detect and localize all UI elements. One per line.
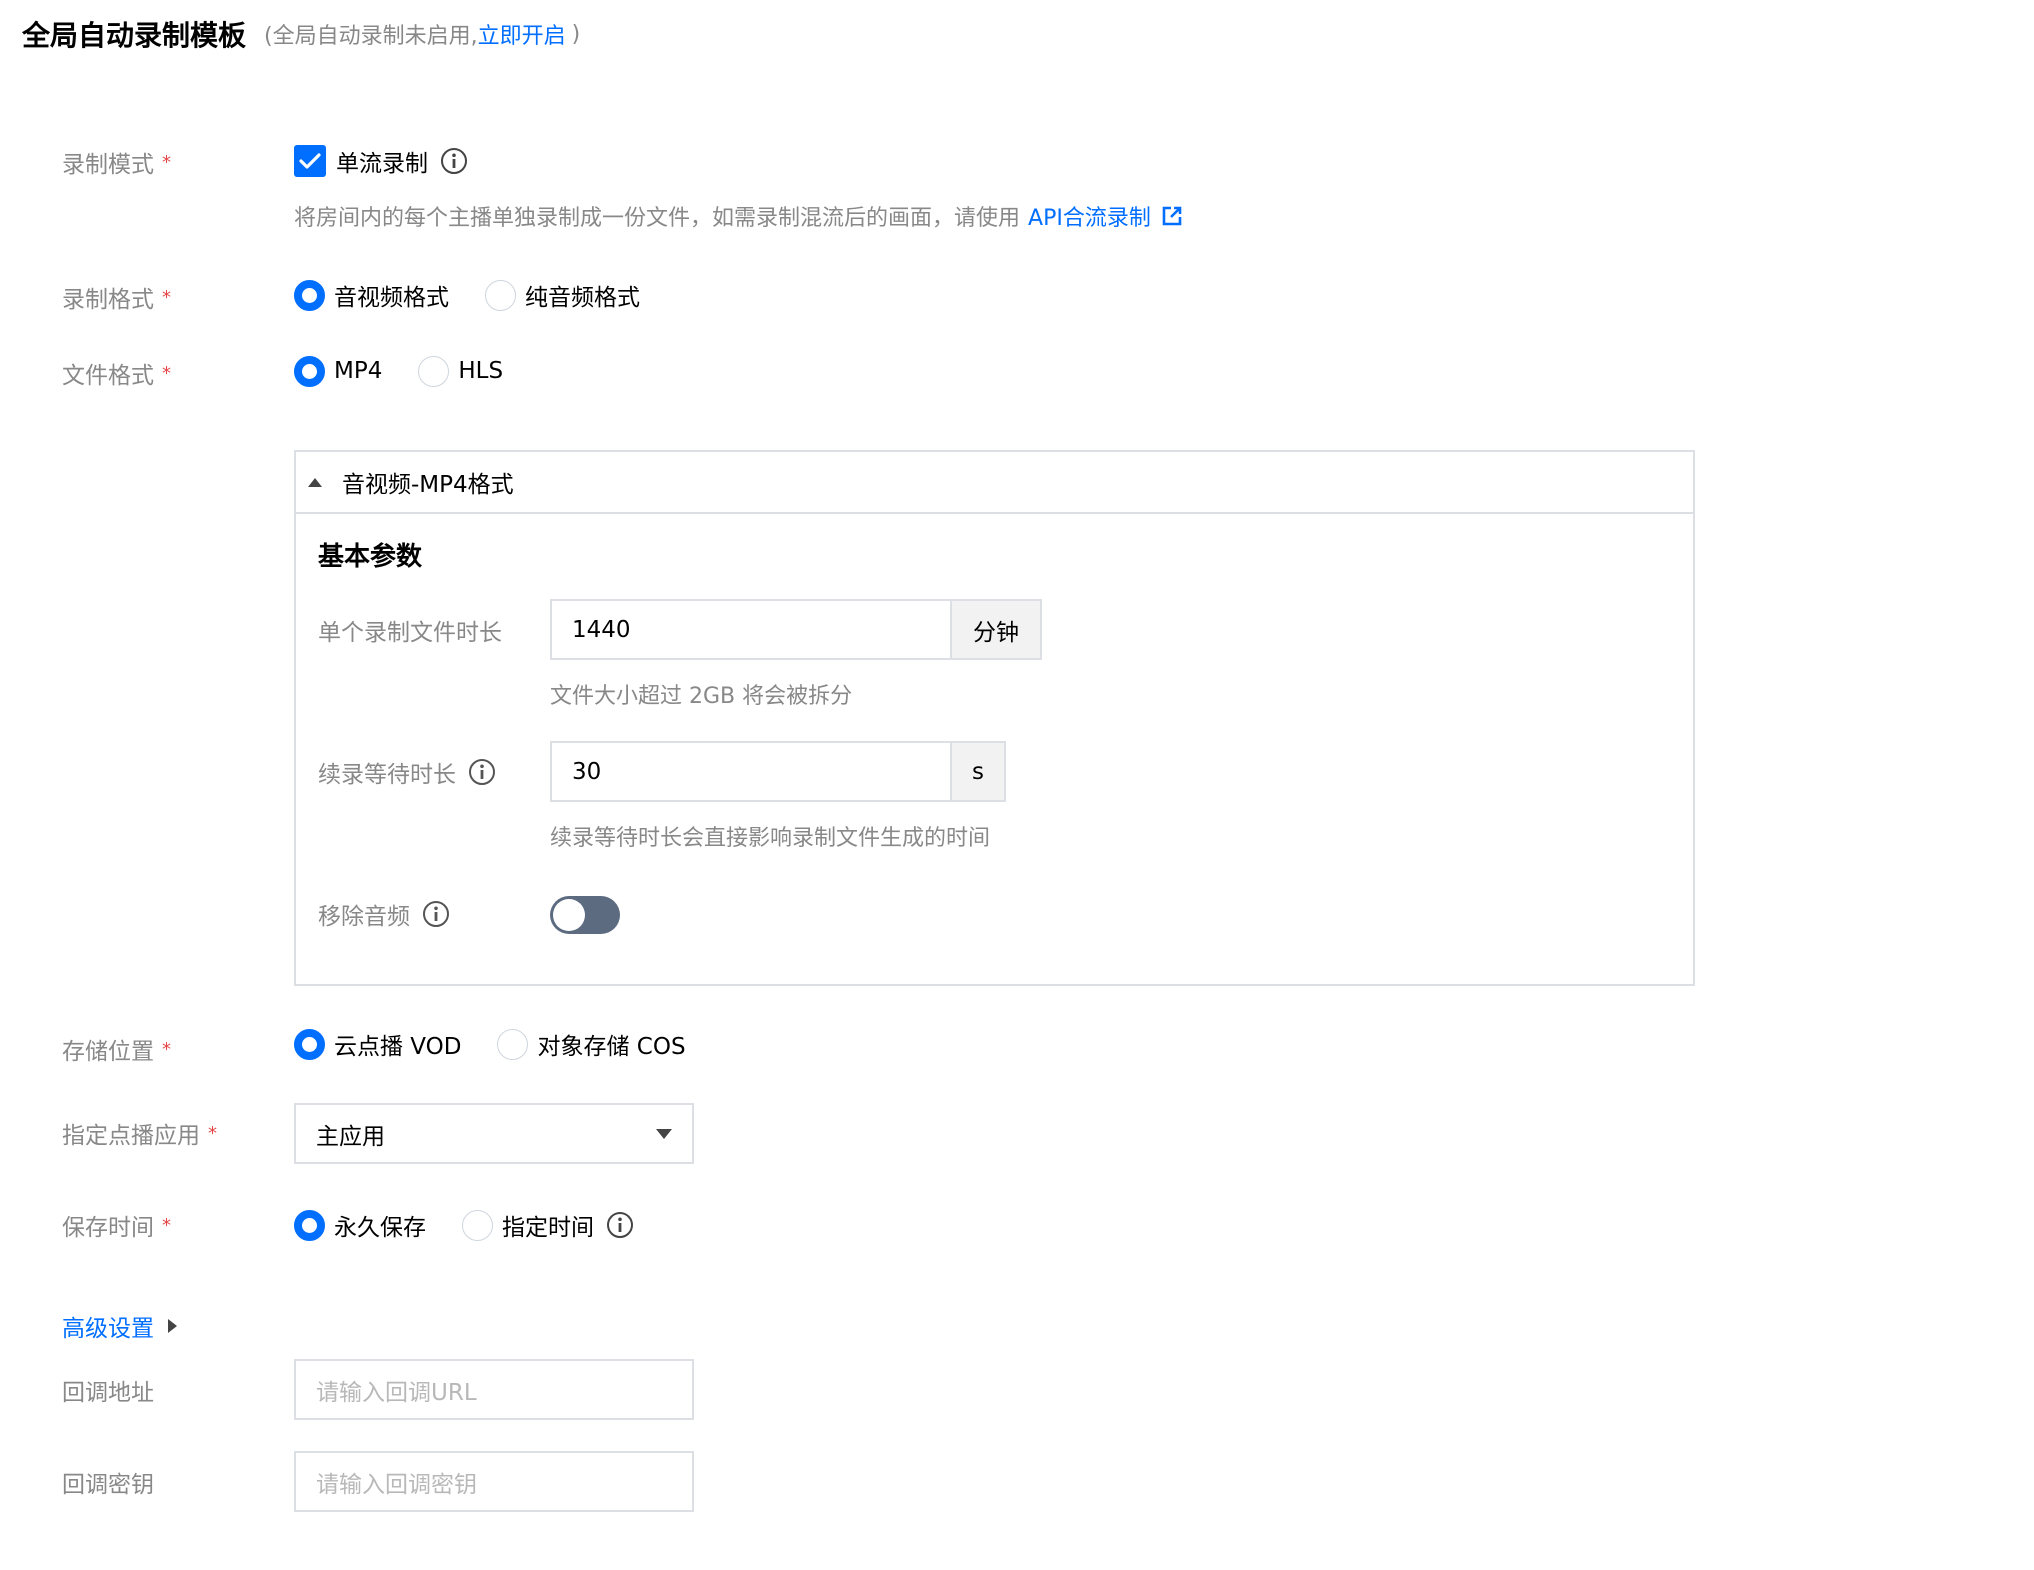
required-mark: *: [208, 1122, 217, 1144]
radio-dot[interactable]: [294, 355, 325, 387]
mp4-format-panel: 音视频-MP4格式 基本参数 单个录制文件时长 1440 分钟 文件大小超过 2…: [294, 450, 1695, 986]
caret-down-icon: [656, 1128, 672, 1139]
page-title: 全局自动录制模板: [22, 19, 247, 52]
retention-label-text: 保存时间: [62, 1215, 154, 1241]
caret-right-icon: [168, 1319, 177, 1333]
vod-app-selected: 主应用: [316, 1123, 385, 1150]
storage-radio-group: 云点播 VOD 对象存储 COS: [294, 1024, 722, 1064]
info-icon[interactable]: [606, 1211, 634, 1239]
duration-label: 单个录制文件时长: [318, 620, 502, 646]
resume-wait-label: 续录等待时长: [318, 762, 456, 788]
caret-up-icon: [308, 477, 322, 487]
resume-wait-hint: 续录等待时长会直接影响录制文件生成的时间: [550, 826, 991, 851]
advanced-settings-toggle[interactable]: 高级设置: [62, 1306, 177, 1346]
required-mark: *: [162, 1214, 171, 1236]
info-icon[interactable]: [422, 900, 450, 928]
radio-label: 纯音频格式: [525, 285, 640, 311]
vod-app-label-text: 指定点播应用: [62, 1123, 200, 1149]
resume-wait-unit: s: [950, 741, 1006, 802]
remove-audio-label-row: 移除音频: [318, 894, 450, 934]
radio-audio-video[interactable]: 音视频格式: [294, 278, 449, 312]
radio-label: 云点播 VOD: [334, 1034, 462, 1060]
panel-header-text: 音视频-MP4格式: [342, 472, 514, 498]
panel-header[interactable]: 音视频-MP4格式: [296, 452, 1693, 514]
radio-specified-time[interactable]: 指定时间: [462, 1208, 594, 1242]
radio-mp4[interactable]: MP4: [294, 355, 383, 387]
storage-label-text: 存储位置: [62, 1039, 154, 1065]
file-format-label-text: 文件格式: [62, 363, 154, 389]
radio-dot[interactable]: [294, 1028, 325, 1060]
duration-input-group: 1440 分钟: [550, 599, 1042, 660]
remove-audio-toggle[interactable]: [550, 896, 620, 934]
radio-hls[interactable]: HLS: [418, 355, 504, 387]
file-format-radio-group: MP4 HLS: [294, 351, 539, 391]
radio-label: MP4: [334, 358, 383, 384]
required-mark: *: [162, 1038, 171, 1060]
radio-cos[interactable]: 对象存储 COS: [497, 1027, 686, 1061]
storage-label: 存储位置 *: [62, 1029, 171, 1069]
record-format-label: 录制格式 *: [62, 277, 171, 317]
required-mark: *: [162, 362, 171, 384]
enable-now-link[interactable]: 立即开启: [478, 18, 566, 50]
duration-unit: 分钟: [950, 599, 1042, 660]
radio-vod[interactable]: 云点播 VOD: [294, 1027, 461, 1061]
vod-app-label: 指定点播应用 *: [62, 1113, 217, 1153]
file-format-label: 文件格式 *: [62, 353, 171, 393]
external-link-icon: [1162, 206, 1182, 226]
radio-dot[interactable]: [485, 279, 516, 311]
callback-url-input[interactable]: 请输入回调URL: [294, 1359, 694, 1420]
duration-input[interactable]: 1440: [550, 599, 950, 660]
advanced-settings-label: 高级设置: [62, 1316, 154, 1342]
radio-label: 音视频格式: [334, 285, 449, 311]
radio-audio-only[interactable]: 纯音频格式: [485, 278, 640, 312]
radio-dot[interactable]: [294, 279, 325, 311]
resume-wait-input-group: 30 s: [550, 741, 1006, 802]
callback-url-label: 回调地址: [62, 1380, 154, 1406]
resume-wait-label-row: 续录等待时长: [318, 752, 496, 792]
info-icon[interactable]: [468, 758, 496, 786]
page-subtitle-end: ): [571, 21, 581, 47]
info-icon[interactable]: [440, 147, 468, 175]
retention-label: 保存时间 *: [62, 1205, 171, 1245]
radio-dot[interactable]: [294, 1209, 325, 1241]
record-mode-label: 录制模式 *: [62, 142, 171, 182]
record-mode-hint: 将房间内的每个主播单独录制成一份文件，如需录制混流后的画面，请使用 API合流录…: [294, 198, 1183, 234]
radio-permanent[interactable]: 永久保存: [294, 1208, 426, 1242]
record-format-label-text: 录制格式: [62, 287, 154, 313]
required-mark: *: [162, 286, 171, 308]
single-stream-label: 单流录制: [336, 151, 428, 177]
record-mode-hint-text: 将房间内的每个主播单独录制成一份文件，如需录制混流后的画面，请使用: [294, 206, 1021, 231]
api-mix-record-link-text: API合流录制: [1028, 206, 1151, 231]
radio-label: 永久保存: [334, 1215, 426, 1241]
vod-app-select[interactable]: 主应用: [294, 1103, 694, 1164]
single-stream-checkbox[interactable]: [294, 145, 326, 177]
record-mode-control: 单流录制: [294, 141, 468, 181]
callback-key-input[interactable]: 请输入回调密钥: [294, 1451, 694, 1512]
page-subtitle: (全局自动录制未启用,: [264, 24, 478, 49]
required-mark: *: [162, 151, 171, 173]
callback-key-label: 回调密钥: [62, 1472, 154, 1498]
radio-dot[interactable]: [418, 355, 450, 387]
page-title-row: 全局自动录制模板 (全局自动录制未启用, 立即开启 ): [22, 14, 580, 54]
record-mode-label-text: 录制模式: [62, 152, 154, 178]
api-mix-record-link[interactable]: API合流录制: [1028, 200, 1183, 232]
retention-radio-group: 永久保存 指定时间: [294, 1205, 634, 1245]
radio-label: HLS: [458, 358, 504, 384]
toggle-knob: [553, 899, 585, 931]
section-title: 基本参数: [318, 542, 423, 572]
radio-dot[interactable]: [497, 1028, 529, 1060]
duration-hint: 文件大小超过 2GB 将会被拆分: [550, 684, 853, 709]
remove-audio-label: 移除音频: [318, 904, 410, 930]
checkmark-icon: [299, 153, 321, 169]
record-format-radio-group: 音视频格式 纯音频格式: [294, 275, 676, 315]
radio-label: 对象存储 COS: [537, 1034, 686, 1060]
resume-wait-input[interactable]: 30: [550, 741, 950, 802]
radio-label: 指定时间: [502, 1215, 594, 1241]
radio-dot[interactable]: [462, 1209, 493, 1241]
